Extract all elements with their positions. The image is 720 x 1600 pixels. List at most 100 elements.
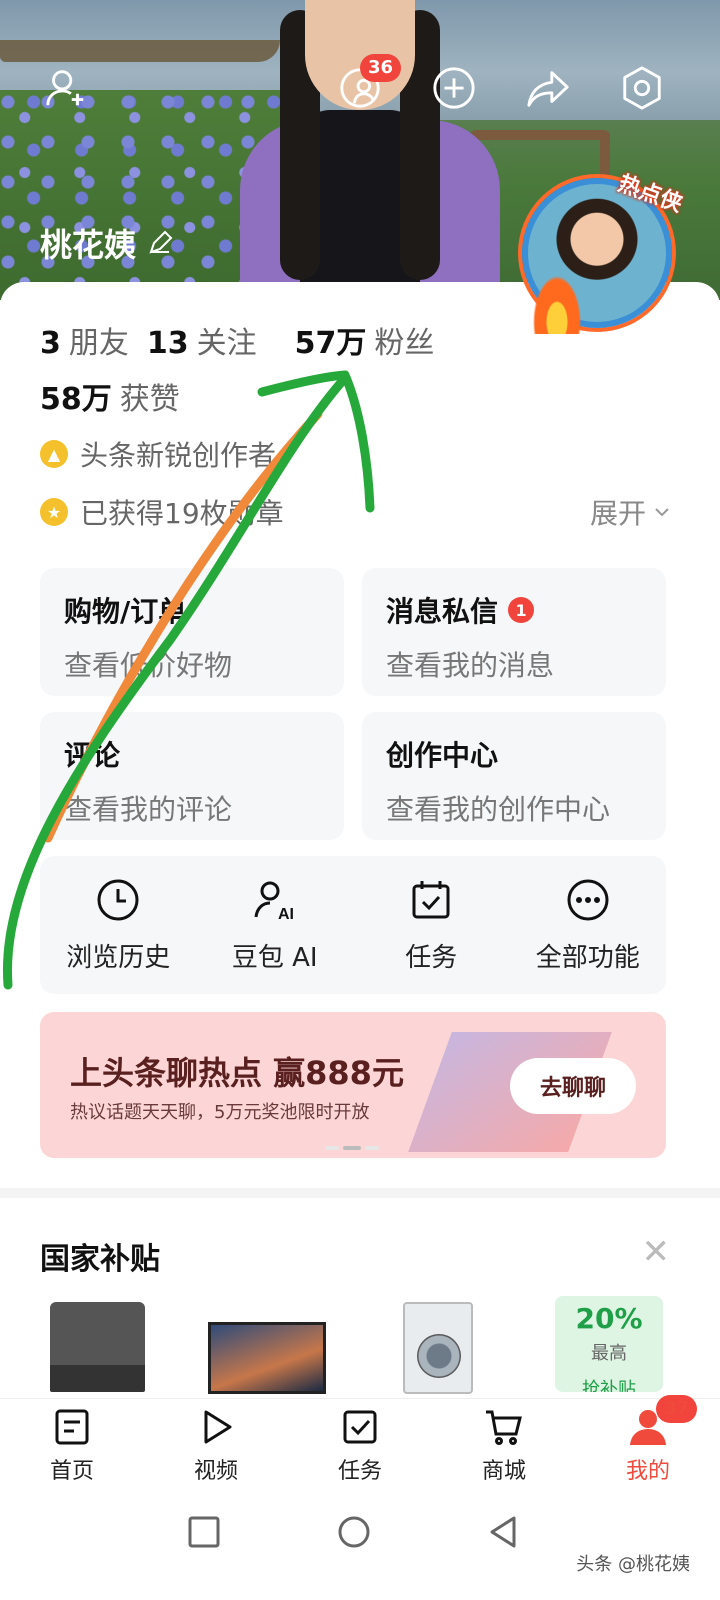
tile-title: 创作中心 <box>386 739 499 772</box>
tool-label: 豆包 AI <box>231 942 318 973</box>
hot-topic-promo-banner[interactable]: 上头条聊热点 赢888元 热议话题天天聊，5万元奖池限时开放 去聊聊 <box>40 1012 666 1158</box>
edit-pencil-icon[interactable] <box>146 229 174 257</box>
star-medal-icon: ★ <box>40 498 68 526</box>
banner-pagination <box>325 1146 379 1150</box>
tile-subtitle: 查看我的消息 <box>386 649 555 682</box>
promo-subtitle: 热议话题天天聊，5万元奖池限时开放 <box>70 1102 370 1123</box>
nav-label: 商城 <box>481 1458 526 1484</box>
tile-title: 评论 <box>64 739 121 772</box>
cart-icon <box>486 1410 522 1445</box>
pagination-dot <box>325 1146 339 1150</box>
username-text: 桃花姨 <box>40 226 137 264</box>
add-friend-button[interactable] <box>40 62 92 114</box>
discount-label: 最高 <box>591 1343 627 1364</box>
follow-requests-badge: 36 <box>360 54 402 82</box>
calendar-check-icon <box>412 880 450 918</box>
medals-row[interactable]: ★ 已获得19枚勋章 <box>40 492 284 532</box>
promo-chat-button[interactable]: 去聊聊 <box>510 1058 636 1114</box>
creator-badge-row[interactable]: ▲ 头条新锐创作者 <box>40 434 276 474</box>
more-circle-icon <box>567 879 609 920</box>
social-stats: 3 朋友 13 关注 57万 粉丝 <box>40 318 452 362</box>
tile-title: 购物/订单 <box>64 595 187 628</box>
watermark: 头条 @桃花姨 <box>576 1554 690 1575</box>
tile-subtitle: 查看低价好物 <box>64 649 233 682</box>
profile-main-card: 3 朋友 13 关注 57万 粉丝 58万 获赞 ▲ 头条新锐创作者 ★ 已获得… <box>0 282 720 1402</box>
close-icon[interactable]: ✕ <box>642 1232 671 1272</box>
flame-icon <box>532 274 582 334</box>
nav-tasks[interactable]: 任务 <box>288 1399 432 1492</box>
share-button[interactable] <box>522 62 574 114</box>
svg-text:AI: AI <box>278 906 294 923</box>
follow-requests-button[interactable]: 36 <box>334 54 402 114</box>
tile-subtitle: 查看我的创作中心 <box>386 793 611 826</box>
gear-icon <box>623 66 661 110</box>
fans-label[interactable]: 粉丝 <box>374 318 434 362</box>
expand-button[interactable]: 展开 <box>590 492 672 532</box>
nav-label: 我的 <box>625 1458 670 1484</box>
discount-percent: 20% <box>575 1302 643 1335</box>
tile-title: 消息私信 <box>386 595 499 628</box>
top-actions: 36 <box>0 54 720 122</box>
play-icon <box>204 1410 232 1443</box>
likes-stat[interactable]: 58万 获赞 <box>40 374 180 418</box>
plus-circle-icon <box>433 67 475 109</box>
shopping-orders-tile[interactable]: 购物/订单 查看低价好物 <box>40 568 344 696</box>
following-count[interactable]: 13 <box>147 326 189 361</box>
friends-count[interactable]: 3 <box>40 326 61 361</box>
recents-square-icon[interactable] <box>186 1514 222 1550</box>
subsidy-discount-card[interactable]: 20% 最高 抢补贴 <box>555 1296 663 1392</box>
nav-label: 视频 <box>193 1458 238 1484</box>
messages-badge: 1 <box>508 597 535 623</box>
nav-me[interactable]: 我的 37 <box>576 1395 720 1492</box>
browse-history-button[interactable]: 浏览历史 <box>40 856 197 994</box>
medals-text: 已获得19枚勋章 <box>80 497 284 530</box>
nav-label: 任务 <box>337 1458 382 1484</box>
discount-action: 抢补贴 <box>582 1379 636 1392</box>
profile-username[interactable]: 桃花姨 <box>40 220 174 266</box>
me-notification-badge: 37 <box>656 1395 698 1423</box>
section-divider <box>0 1188 720 1198</box>
clock-icon <box>97 879 139 920</box>
all-features-button[interactable]: 全部功能 <box>510 856 667 994</box>
product-washing-machine[interactable] <box>403 1302 473 1394</box>
quick-tools: 浏览历史 AI 豆包 AI 任务 全部功能 <box>40 856 666 994</box>
nav-label: 首页 <box>49 1458 94 1484</box>
publish-button[interactable] <box>428 62 480 114</box>
tool-label: 任务 <box>405 942 458 973</box>
product-robot-vacuum[interactable] <box>50 1302 145 1392</box>
promo-title: 上头条聊热点 赢888元 <box>70 1054 404 1092</box>
settings-button[interactable] <box>616 62 668 114</box>
following-label[interactable]: 关注 <box>197 318 257 362</box>
checkbox-icon <box>343 1410 377 1443</box>
product-television[interactable] <box>208 1322 326 1394</box>
home-doc-icon <box>55 1409 89 1444</box>
tile-subtitle: 查看我的评论 <box>64 793 233 826</box>
creator-medal-icon: ▲ <box>40 440 68 468</box>
creator-badge-text: 头条新锐创作者 <box>80 439 277 472</box>
share-icon <box>527 71 569 107</box>
ai-person-icon: AI <box>254 881 294 923</box>
comments-tile[interactable]: 评论 查看我的评论 <box>40 712 344 840</box>
friends-label[interactable]: 朋友 <box>69 318 129 362</box>
pagination-dot-active <box>343 1146 361 1150</box>
fans-count[interactable]: 57万 <box>295 318 367 362</box>
messages-tile[interactable]: 消息私信 1 查看我的消息 <box>362 568 666 696</box>
tasks-tool-button[interactable]: 任务 <box>353 856 510 994</box>
cover-person <box>240 0 510 300</box>
profile-avatar[interactable]: 热点侠 <box>522 171 685 334</box>
tool-label: 浏览历史 <box>66 942 171 973</box>
home-circle-icon[interactable] <box>336 1514 372 1550</box>
cover-boat <box>0 40 280 62</box>
nav-video[interactable]: 视频 <box>144 1399 288 1492</box>
likes-label: 获赞 <box>119 382 180 417</box>
likes-count: 58万 <box>40 382 112 417</box>
nav-home[interactable]: 首页 <box>0 1399 144 1492</box>
tile-title-row: 消息私信 1 <box>386 590 642 630</box>
back-triangle-icon[interactable] <box>486 1514 522 1550</box>
nav-mall[interactable]: 商城 <box>432 1399 576 1492</box>
tool-label: 全部功能 <box>535 942 640 973</box>
add-person-icon <box>46 70 84 106</box>
creator-center-tile[interactable]: 创作中心 查看我的创作中心 <box>362 712 666 840</box>
subsidy-section-title: 国家补贴 <box>40 1242 160 1277</box>
doubao-ai-button[interactable]: AI 豆包 AI <box>197 856 354 994</box>
